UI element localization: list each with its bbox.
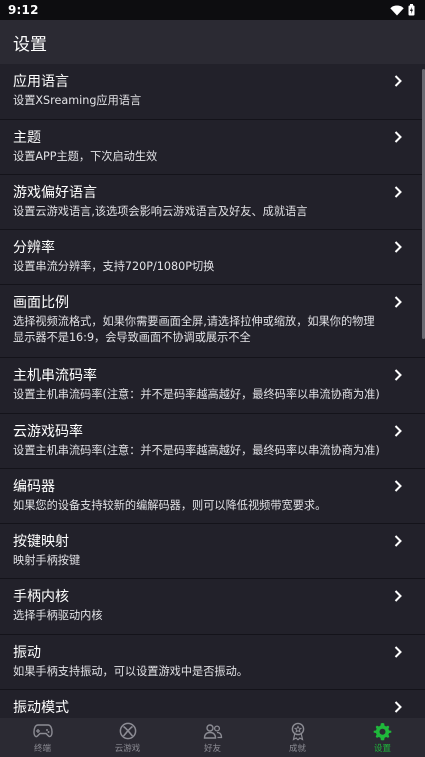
setting-title: 按键映射: [13, 534, 69, 550]
setting-codec[interactable]: 编码器 如果您的设备支持较新的编解码器，则可以降低视频带宽要求。: [0, 469, 425, 524]
chevron-right-icon: [394, 480, 402, 492]
setting-description: 设置云游戏语言,该选项会影响云游戏语言及好友、成就语言: [13, 205, 308, 218]
setting-host-bitrate[interactable]: 主机串流码率 设置主机串流码率(注意：并不是码率越高越好，最终码率以串流协商为准…: [0, 358, 425, 414]
setting-title: 振动模式: [13, 700, 69, 716]
nav-label: 终端: [33, 744, 51, 754]
gamepad-icon: [32, 721, 54, 741]
setting-title: 分辨率: [13, 240, 55, 256]
trophy-icon: [287, 721, 309, 741]
nav-item-achievements[interactable]: 成就: [255, 718, 340, 757]
nav-item-friends[interactable]: 好友: [170, 718, 255, 757]
nav-label: 云游戏: [114, 744, 141, 754]
battery-icon: [408, 4, 415, 16]
setting-description: 如果手柄支持振动，可以设置游戏中是否振动。: [13, 665, 248, 678]
setting-cloud-bitrate[interactable]: 云游戏码率 设置主机串流码率(注意：并不是码率越高越好，最终码率以串流协商为准): [0, 414, 425, 469]
nav-label: 好友: [203, 744, 221, 754]
setting-description: 设置APP主题，下次启动生效: [13, 150, 158, 163]
wifi-icon: [390, 5, 404, 15]
setting-title: 手柄内核: [13, 589, 69, 605]
setting-title: 编码器: [13, 479, 55, 495]
status-bar: 9:12: [0, 0, 425, 20]
nav-label: 设置: [373, 744, 391, 754]
setting-description: 设置主机串流码率(注意：并不是码率越高越好，最终码率以串流协商为准): [13, 388, 380, 401]
chevron-right-icon: [394, 241, 402, 253]
setting-game-language[interactable]: 游戏偏好语言 设置云游戏语言,该选项会影响云游戏语言及好友、成就语言: [0, 175, 425, 230]
setting-app-language[interactable]: 应用语言 设置XSreaming应用语言: [0, 64, 425, 120]
chevron-right-icon: [394, 369, 402, 381]
setting-title: 主机串流码率: [13, 368, 97, 384]
setting-vibration-mode[interactable]: 振动模式: [0, 690, 425, 718]
page-title: 设置: [13, 34, 47, 55]
nav-item-console[interactable]: 终端: [0, 718, 85, 757]
chevron-right-icon: [394, 590, 402, 602]
chevron-right-icon: [394, 425, 402, 437]
setting-description: 设置串流分辨率，支持720P/1080P切换: [13, 260, 215, 273]
setting-description: 如果您的设备支持较新的编解码器，则可以降低视频带宽要求。: [13, 499, 327, 512]
chevron-right-icon: [394, 296, 402, 308]
setting-title: 云游戏码率: [13, 424, 83, 440]
nav-item-cloud-gaming[interactable]: 云游戏: [85, 718, 170, 757]
nav-label: 成就: [288, 744, 306, 754]
setting-description: 设置主机串流码率(注意：并不是码率越高越好，最终码率以串流协商为准): [13, 444, 380, 457]
setting-key-mapping[interactable]: 按键映射 映射手柄按键: [0, 524, 425, 579]
setting-vibration[interactable]: 振动 如果手柄支持振动，可以设置游戏中是否振动。: [0, 635, 425, 690]
bottom-nav: 终端 云游戏 好友 成就 设置: [0, 718, 425, 757]
setting-title: 应用语言: [13, 74, 69, 90]
gear-icon: [372, 721, 394, 741]
chevron-right-icon: [394, 186, 402, 198]
setting-theme[interactable]: 主题 设置APP主题，下次启动生效: [0, 120, 425, 175]
status-time: 9:12: [8, 3, 39, 17]
setting-description: 选择视频流格式，如果你需要画面全屏,请选择拉伸或缩放，如果你的物理显示器不是16…: [13, 315, 375, 344]
setting-description: 映射手柄按键: [13, 554, 81, 567]
setting-description: 设置XSreaming应用语言: [13, 94, 142, 107]
settings-list[interactable]: 应用语言 设置XSreaming应用语言 主题 设置APP主题，下次启动生效 游…: [0, 64, 425, 718]
chevron-right-icon: [394, 131, 402, 143]
status-icons: [390, 4, 415, 16]
setting-description: 选择手柄驱动内核: [13, 609, 103, 622]
setting-title: 游戏偏好语言: [13, 185, 97, 201]
friends-icon: [202, 721, 224, 741]
chevron-right-icon: [394, 75, 402, 87]
chevron-right-icon: [394, 701, 402, 713]
xbox-icon: [117, 721, 139, 741]
setting-aspect-ratio[interactable]: 画面比例 选择视频流格式，如果你需要画面全屏,请选择拉伸或缩放，如果你的物理显示…: [0, 285, 425, 358]
setting-resolution[interactable]: 分辨率 设置串流分辨率，支持720P/1080P切换: [0, 230, 425, 285]
nav-item-settings[interactable]: 设置: [340, 718, 425, 757]
setting-title: 振动: [13, 645, 41, 661]
setting-title: 主题: [13, 130, 41, 146]
setting-title: 画面比例: [13, 295, 69, 311]
chevron-right-icon: [394, 535, 402, 547]
app-bar: 设置: [0, 20, 425, 64]
setting-controller-kernel[interactable]: 手柄内核 选择手柄驱动内核: [0, 579, 425, 635]
chevron-right-icon: [394, 646, 402, 658]
